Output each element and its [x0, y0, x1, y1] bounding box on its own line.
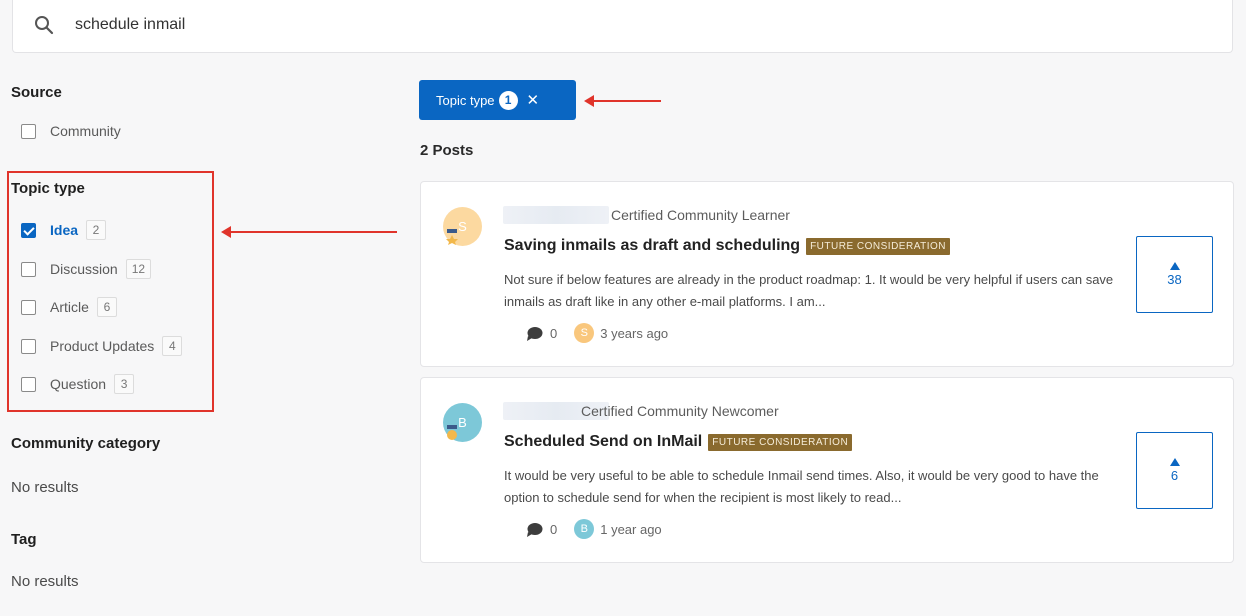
post-time: 1 year ago [600, 521, 662, 537]
filter-option-label: Idea [50, 222, 79, 238]
post-time: 3 years ago [600, 325, 669, 341]
filter-option-discussion[interactable]: Discussion 12 [21, 258, 152, 280]
filter-option-label: Article [50, 299, 89, 315]
annotation-arrow [584, 95, 661, 107]
post-title[interactable]: Scheduled Send on InMail [504, 433, 702, 451]
chip-count-badge: 1 [498, 90, 518, 110]
comment-icon [527, 326, 543, 341]
vote-count: 6 [1170, 468, 1179, 483]
post-meta: 0 S 3 years ago [526, 323, 668, 343]
upvote-arrow-icon [1169, 458, 1180, 466]
last-reply-avatar[interactable]: S [574, 323, 595, 343]
search-input[interactable] [75, 10, 675, 40]
filter-option-article[interactable]: Article 6 [21, 296, 117, 318]
status-badge: FUTURE CONSIDERATION [806, 237, 951, 255]
post-excerpt: It would be very useful to be able to sc… [504, 468, 1099, 505]
community-category-title: Community category [11, 435, 161, 452]
status-badge: FUTURE CONSIDERATION [708, 433, 853, 451]
filter-option-label: Community [50, 123, 121, 139]
tag-filter-title: Tag [11, 531, 37, 548]
question-checkbox[interactable] [21, 376, 36, 392]
vote-count: 38 [1167, 272, 1182, 287]
tag-empty: No results [11, 573, 79, 590]
upvote-button[interactable]: 38 [1136, 236, 1213, 313]
avatar-letter: S [580, 327, 588, 339]
author-name-redacted [503, 206, 609, 224]
community-category-empty: No results [11, 479, 79, 496]
avatar-letter: S [458, 219, 467, 234]
count-badge: 3 [114, 374, 135, 394]
upvote-arrow-icon [1169, 262, 1180, 270]
comment-icon [527, 522, 543, 537]
filter-option-community[interactable]: Community [21, 120, 121, 142]
filter-option-idea[interactable]: Idea 2 [21, 219, 107, 241]
filter-option-label: Question [50, 376, 107, 392]
avatar-letter: B [580, 523, 588, 535]
annotation-arrow [221, 226, 397, 238]
post-title-link[interactable]: Saving inmails as draft and scheduling F… [504, 237, 951, 255]
filter-option-label: Discussion [50, 261, 118, 277]
discussion-checkbox[interactable] [21, 261, 36, 277]
rank-badge-icon [447, 425, 457, 440]
active-filter-chip[interactable]: Topic type 1 ✕ [419, 80, 576, 120]
source-filter-title: Source [11, 84, 62, 101]
filter-option-question[interactable]: Question 3 [21, 373, 135, 395]
chip-label: Topic type [436, 92, 495, 108]
count-badge: 4 [162, 336, 183, 356]
upvote-button[interactable]: 6 [1136, 432, 1213, 509]
results-count: 2 Posts [420, 142, 474, 159]
avatar-letter: B [458, 415, 467, 430]
post-card[interactable]: B Certified Community Newcomer Scheduled… [420, 377, 1234, 563]
filter-option-product-updates[interactable]: Product Updates 4 [21, 335, 183, 357]
article-checkbox[interactable] [21, 299, 36, 315]
author-role: Certified Community Learner [611, 207, 790, 223]
topic-type-filter-title: Topic type [11, 180, 85, 197]
post-excerpt: Not sure if below features are already i… [504, 272, 1114, 309]
post-title-link[interactable]: Scheduled Send on InMail FUTURE CONSIDER… [504, 433, 853, 451]
search-bar [12, 0, 1233, 53]
author-role: Certified Community Newcomer [581, 403, 779, 419]
count-badge: 6 [96, 297, 117, 317]
comment-count: 0 [550, 521, 558, 537]
close-icon[interactable]: ✕ [527, 91, 540, 109]
idea-checkbox[interactable] [21, 222, 36, 238]
community-checkbox[interactable] [21, 123, 36, 139]
post-title[interactable]: Saving inmails as draft and scheduling [504, 237, 800, 255]
count-badge: 2 [86, 220, 107, 240]
post-card[interactable]: S Certified Community Learner Saving inm… [420, 181, 1234, 367]
last-reply-avatar[interactable]: B [574, 519, 595, 539]
product-updates-checkbox[interactable] [21, 338, 36, 354]
search-icon[interactable] [33, 14, 55, 36]
post-meta: 0 B 1 year ago [526, 519, 662, 539]
rank-badge-icon [446, 229, 458, 245]
count-badge: 12 [125, 259, 152, 279]
filter-option-label: Product Updates [50, 338, 155, 354]
comment-count: 0 [550, 325, 558, 341]
